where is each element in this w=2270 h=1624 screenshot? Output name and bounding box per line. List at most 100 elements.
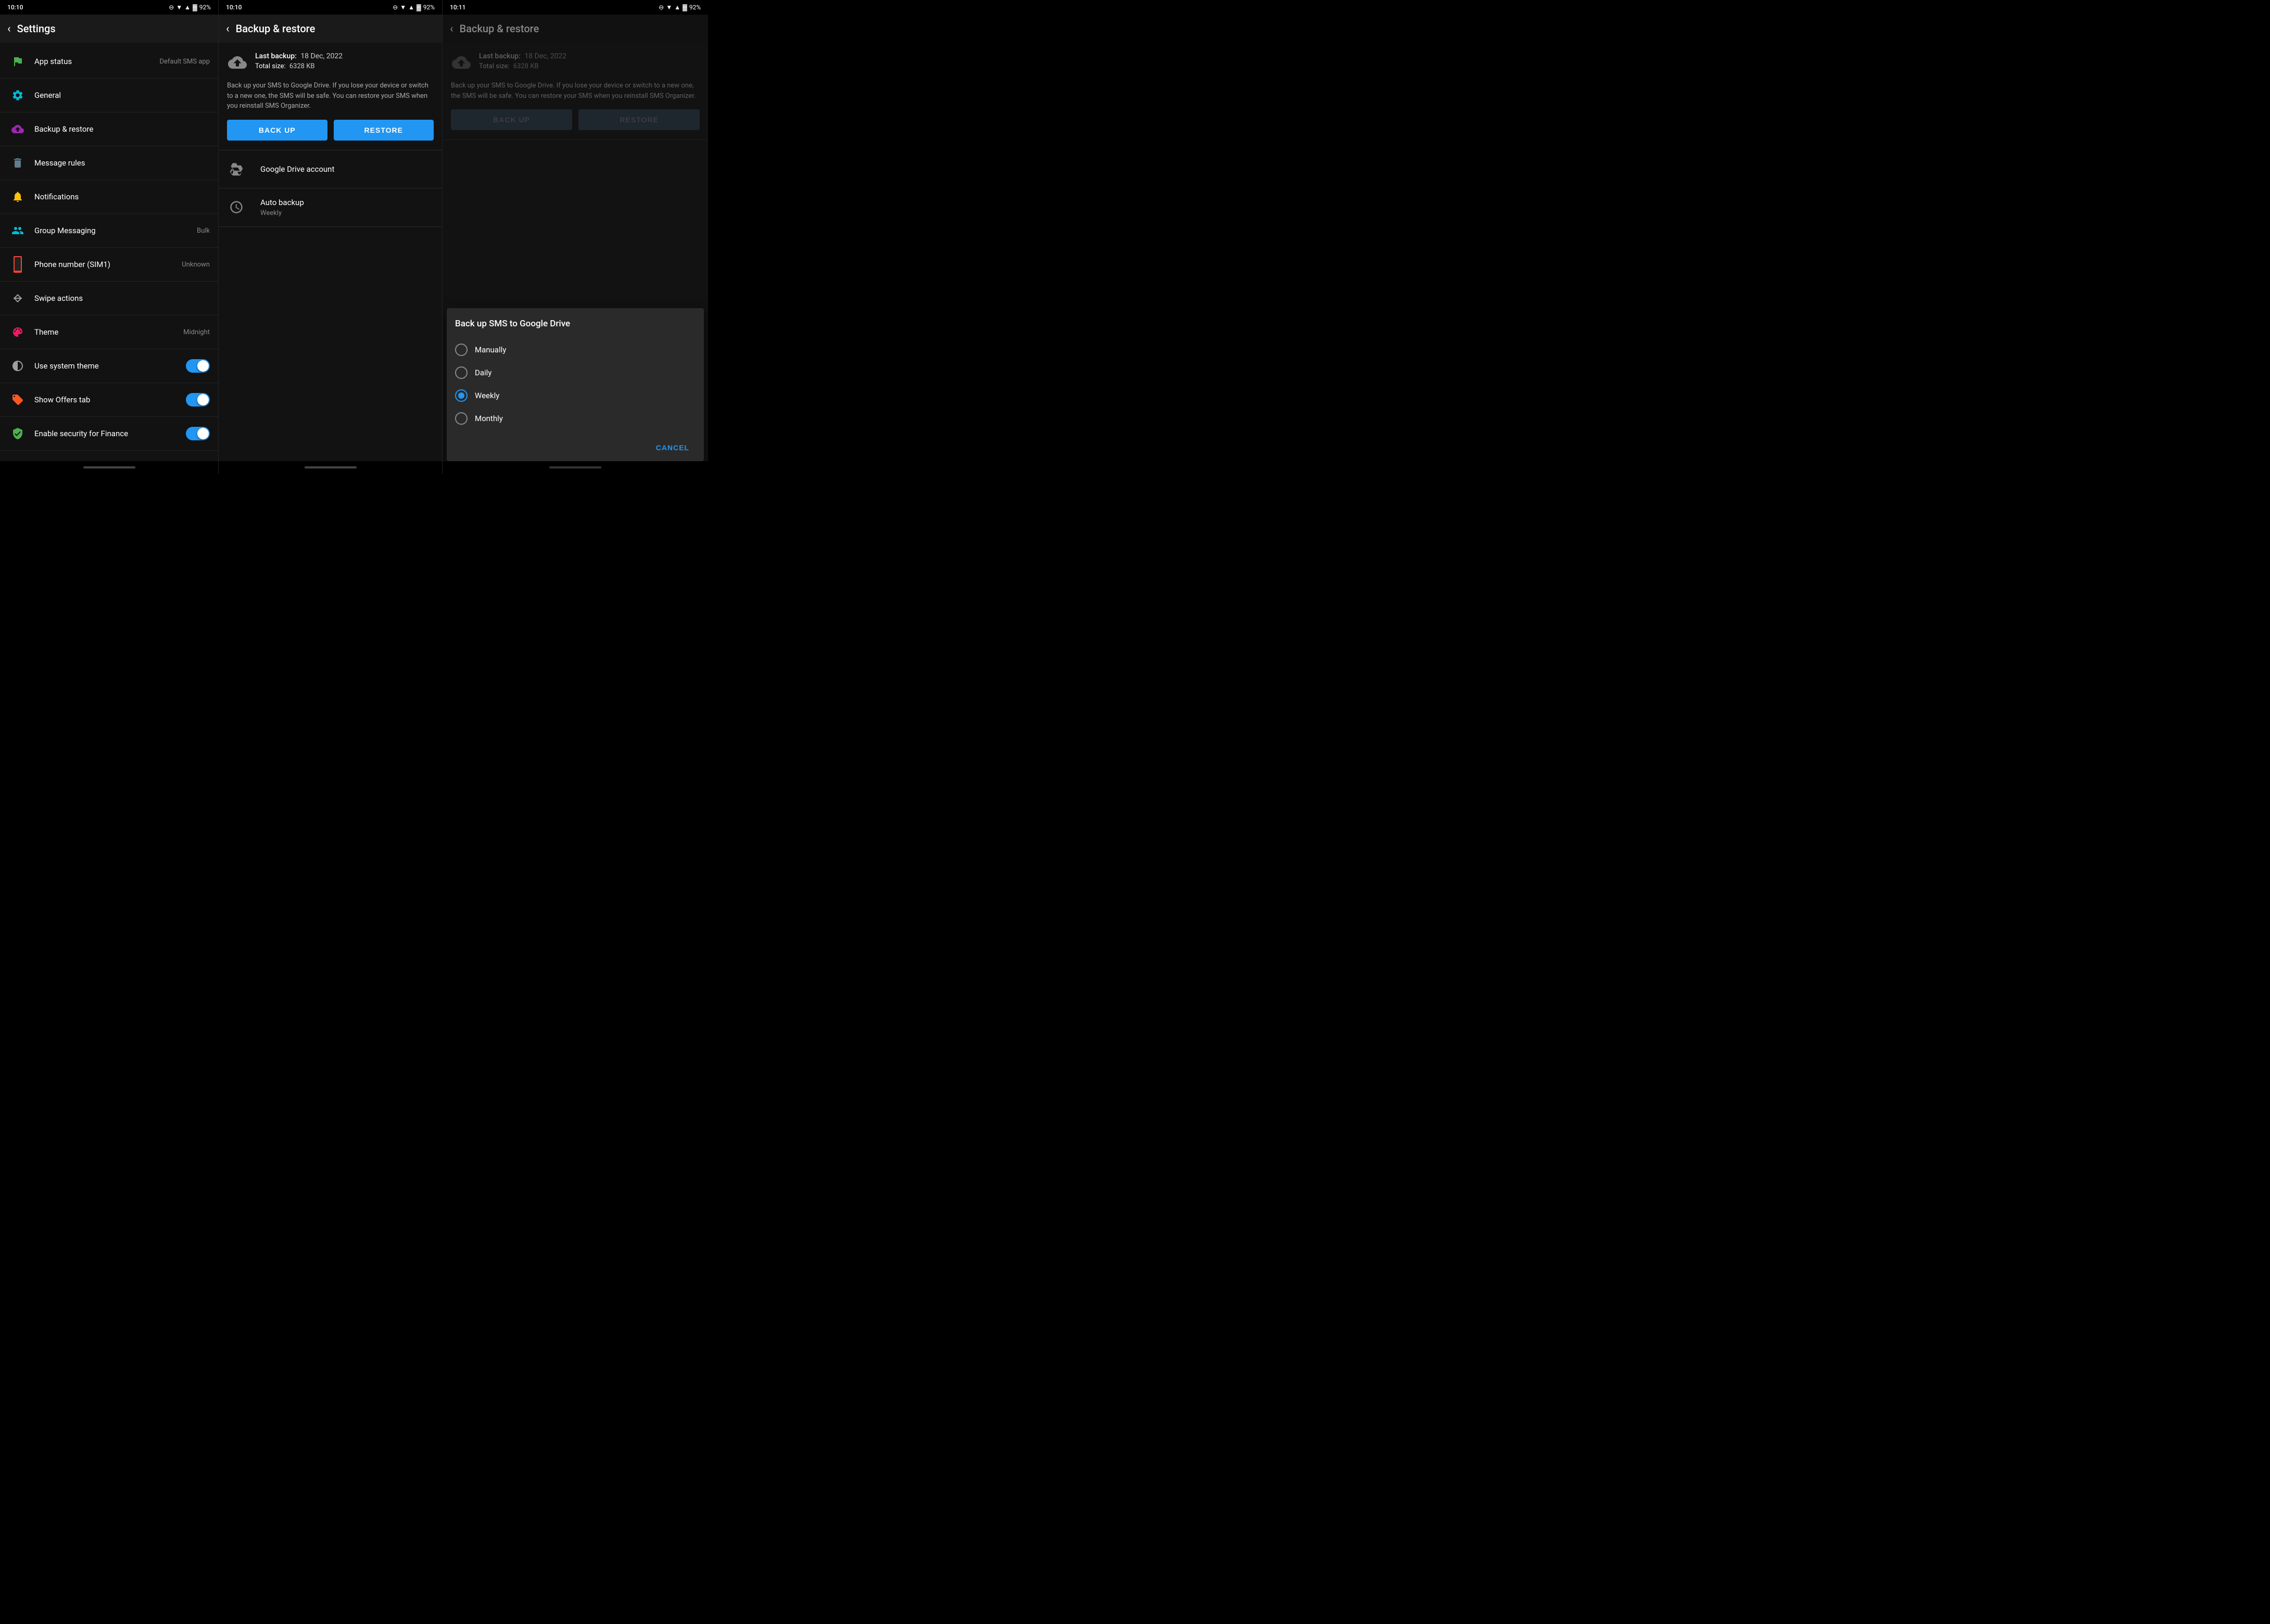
status-bar-2: 10:10 ⊖ ▼ ▲ ▓ 92% — [219, 0, 442, 15]
gear-icon — [8, 86, 27, 105]
radio-daily-circle — [455, 366, 468, 379]
settings-item-message-rules[interactable]: Message rules — [0, 146, 218, 180]
last-backup-text-3: Last backup: 18 Dec, 2022 — [479, 52, 566, 60]
radio-weekly-circle — [455, 389, 468, 402]
bottom-bar-1 — [0, 461, 218, 474]
wifi-icon-3: ▼ — [666, 4, 672, 11]
status-icons-1: ⊖ ▼ ▲ ▓ 92% — [169, 4, 211, 11]
page-title-1: Settings — [17, 22, 56, 35]
google-drive-label: Google Drive account — [260, 164, 334, 174]
backup-info-section: Last backup: 18 Dec, 2022 Total size: 63… — [219, 43, 442, 150]
dialog-actions: CANCEL — [455, 435, 696, 456]
swipe-icon — [8, 289, 27, 308]
settings-list: App status Default SMS app General Backu… — [0, 43, 218, 461]
theme-icon — [8, 323, 27, 341]
backup-buttons: BACK UP RESTORE — [227, 120, 434, 141]
bell-icon — [8, 187, 27, 206]
radio-weekly[interactable]: Weekly — [455, 384, 696, 407]
radio-manually-circle — [455, 344, 468, 356]
last-backup-text: Last backup: 18 Dec, 2022 — [255, 52, 343, 60]
phone-icon — [8, 255, 27, 274]
system-theme-toggle[interactable] — [186, 359, 210, 373]
backup-label: Backup & restore — [34, 124, 210, 134]
backup-header: Last backup: 18 Dec, 2022 Total size: 63… — [227, 52, 434, 75]
settings-item-app-status[interactable]: App status Default SMS app — [0, 45, 218, 79]
settings-item-show-offers[interactable]: Show Offers tab — [0, 383, 218, 417]
tag-icon — [8, 390, 27, 409]
settings-item-backup[interactable]: Backup & restore — [0, 112, 218, 146]
signal-icon: ▲ — [184, 4, 191, 11]
auto-backup-sub: Weekly — [260, 209, 434, 217]
swipe-actions-label: Swipe actions — [34, 294, 210, 303]
battery-icon-2: ▓ — [417, 4, 421, 11]
cancel-button[interactable]: CANCEL — [650, 439, 696, 456]
general-label: General — [34, 91, 210, 100]
radio-manually[interactable]: Manually — [455, 338, 696, 361]
settings-item-security[interactable]: Enable security for Finance — [0, 417, 218, 451]
app-status-label: App status — [34, 57, 159, 66]
app-status-badge: Default SMS app — [159, 58, 210, 66]
home-indicator-1 — [83, 466, 135, 468]
settings-item-theme[interactable]: Theme Midnight — [0, 315, 218, 349]
settings-item-group-messaging[interactable]: Group Messaging Bulk — [0, 214, 218, 248]
do-not-disturb-icon-2: ⊖ — [393, 4, 398, 11]
backup-dialog-panel: 10:11 ⊖ ▼ ▲ ▓ 92% ‹ Backup & restore Las… — [443, 0, 708, 474]
top-bar-2: ‹ Backup & restore — [219, 15, 442, 43]
back-up-button-3: BACK UP — [451, 109, 572, 130]
total-size-text: Total size: 6328 KB — [255, 62, 343, 70]
show-offers-label: Show Offers tab — [34, 395, 186, 404]
security-toggle[interactable] — [186, 427, 210, 440]
auto-backup-section[interactable]: Auto backup Weekly — [219, 188, 442, 227]
signal-icon-2: ▲ — [408, 4, 414, 11]
settings-item-swipe-actions[interactable]: Swipe actions — [0, 282, 218, 315]
theme-label: Theme — [34, 327, 183, 337]
show-offers-toggle[interactable] — [186, 393, 210, 407]
backup-description: Back up your SMS to Google Drive. If you… — [227, 81, 434, 111]
security-label: Enable security for Finance — [34, 429, 186, 438]
battery-percent: 92% — [199, 4, 211, 11]
settings-item-general[interactable]: General — [0, 79, 218, 112]
message-rules-label: Message rules — [34, 158, 210, 168]
radio-daily-label: Daily — [475, 368, 491, 377]
clock-icon — [227, 198, 246, 217]
status-bar-3: 10:11 ⊖ ▼ ▲ ▓ 92% — [443, 0, 708, 15]
do-not-disturb-icon: ⊖ — [169, 4, 174, 11]
signal-icon-3: ▲ — [674, 4, 680, 11]
backup-description-3: Back up your SMS to Google Drive. If you… — [451, 81, 700, 101]
back-button-2[interactable]: ‹ — [226, 22, 230, 35]
status-time-1: 10:10 — [7, 4, 23, 11]
back-button-1[interactable]: ‹ — [7, 22, 11, 35]
status-icons-3: ⊖ ▼ ▲ ▓ 92% — [659, 4, 701, 11]
auto-backup-label: Auto backup — [260, 198, 434, 207]
radio-daily[interactable]: Daily — [455, 361, 696, 384]
home-indicator-3 — [549, 466, 601, 468]
backup-info-section-3: Last backup: 18 Dec, 2022 Total size: 63… — [443, 43, 708, 140]
settings-item-phone-number[interactable]: Phone number (SIM1) Unknown — [0, 248, 218, 282]
back-button-3: ‹ — [450, 22, 453, 35]
shield-icon — [8, 424, 27, 443]
backup-header-3: Last backup: 18 Dec, 2022 Total size: 63… — [451, 52, 700, 75]
phone-number-label: Phone number (SIM1) — [34, 260, 182, 269]
backup-content: Last backup: 18 Dec, 2022 Total size: 63… — [219, 43, 442, 461]
back-up-button[interactable]: BACK UP — [227, 120, 327, 141]
status-time-2: 10:10 — [226, 4, 242, 11]
auto-backup-dialog: Back up SMS to Google Drive Manually Dai… — [447, 308, 704, 461]
restore-button-3: RESTORE — [578, 109, 700, 130]
radio-monthly-label: Monthly — [475, 414, 503, 423]
google-drive-section[interactable]: Google Drive account — [219, 150, 442, 188]
notifications-label: Notifications — [34, 192, 210, 201]
bottom-bar-3 — [443, 461, 708, 474]
battery-icon-3: ▓ — [683, 4, 687, 11]
battery-icon: ▓ — [193, 4, 197, 11]
google-drive-icon — [227, 160, 246, 179]
system-theme-label: Use system theme — [34, 361, 186, 371]
status-bar-1: 10:10 ⊖ ▼ ▲ ▓ 92% — [0, 0, 218, 15]
page-title-2: Backup & restore — [236, 22, 316, 35]
radio-monthly[interactable]: Monthly — [455, 407, 696, 430]
group-messaging-label: Group Messaging — [34, 226, 197, 235]
bottom-bar-2 — [219, 461, 442, 474]
settings-item-notifications[interactable]: Notifications — [0, 180, 218, 214]
status-icons-2: ⊖ ▼ ▲ ▓ 92% — [393, 4, 435, 11]
restore-button[interactable]: RESTORE — [334, 120, 434, 141]
settings-item-system-theme[interactable]: Use system theme — [0, 349, 218, 383]
